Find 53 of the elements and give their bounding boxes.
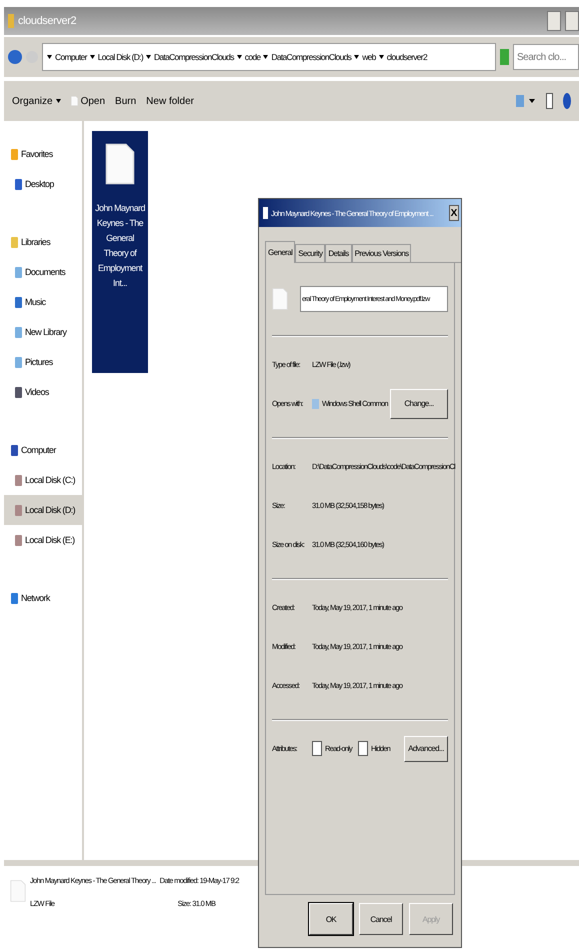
caret-icon (146, 55, 151, 59)
nav-header[interactable]: Libraries (4, 227, 82, 257)
nav-item[interactable]: Videos (4, 377, 82, 407)
dialog-button[interactable]: Cancel (359, 903, 403, 935)
breadcrumb[interactable]: Local Disk (D:) (98, 52, 143, 62)
nav-header[interactable]: Computer (4, 435, 82, 465)
tab[interactable]: Details (325, 244, 352, 263)
nav-item[interactable]: Music (4, 287, 82, 317)
nav-item[interactable]: Local Disk (E:) (4, 525, 82, 555)
file-tile[interactable]: John Maynard Keynes - The General Theory of Employment Int... (92, 131, 148, 373)
breadcrumb[interactable]: cloudserver2 (386, 52, 427, 62)
preview-pane-icon[interactable] (546, 93, 553, 109)
toolbar-button[interactable]: New folder (146, 96, 194, 106)
caret-icon (56, 99, 61, 103)
breadcrumb[interactable]: web (362, 52, 376, 62)
nav-item[interactable]: Documents (4, 257, 82, 287)
tab[interactable]: Previous Versions (352, 244, 412, 263)
nav-item[interactable]: New Library (4, 317, 82, 347)
tab[interactable]: Security (295, 244, 326, 263)
caret-icon (47, 55, 52, 59)
folder-icon (8, 14, 14, 28)
nav-item[interactable]: Pictures (4, 347, 82, 377)
dialog-button[interactable]: OK (309, 903, 353, 935)
app-icon (312, 398, 319, 408)
toolbar-button[interactable]: Burn (115, 96, 136, 106)
checkbox[interactable] (358, 741, 368, 756)
caret-icon (354, 55, 360, 59)
close-button[interactable]: X (449, 205, 459, 221)
caret-icon (236, 55, 242, 59)
caret-icon (263, 55, 268, 59)
nav-header[interactable]: Network (4, 583, 82, 613)
breadcrumb[interactable]: Computer (55, 52, 87, 62)
checkbox[interactable] (312, 741, 322, 756)
caret-icon (90, 55, 95, 59)
address-field[interactable]: Computer Local Disk (D:) DataCompressionClouds code DataCompressionClouds web cloudserver2 (42, 43, 496, 71)
nav-item[interactable]: Local Disk (C:) (4, 465, 82, 495)
toolbar-button[interactable]: Organize (12, 96, 61, 106)
view-icon[interactable] (516, 95, 536, 107)
advanced-button[interactable]: Advanced... (404, 736, 448, 762)
window-title: cloudserver2 (18, 15, 78, 27)
breadcrumb[interactable]: DataCompressionClouds (154, 52, 234, 62)
breadcrumb[interactable]: code (244, 52, 260, 62)
restore-button[interactable] (565, 11, 579, 31)
nav-item[interactable]: Desktop (4, 169, 82, 199)
breadcrumb[interactable]: DataCompressionClouds (271, 52, 352, 62)
toolbar-button[interactable]: Open (70, 94, 106, 108)
minimize-button[interactable] (547, 11, 561, 31)
nav-header[interactable]: Favorites (4, 139, 82, 169)
caret-icon (378, 55, 384, 59)
tab[interactable]: General (265, 241, 296, 263)
nav-item[interactable]: Local Disk (D:) (4, 495, 82, 525)
search-field[interactable]: Search clo... (513, 44, 579, 70)
change-button[interactable]: Change... (390, 388, 448, 418)
